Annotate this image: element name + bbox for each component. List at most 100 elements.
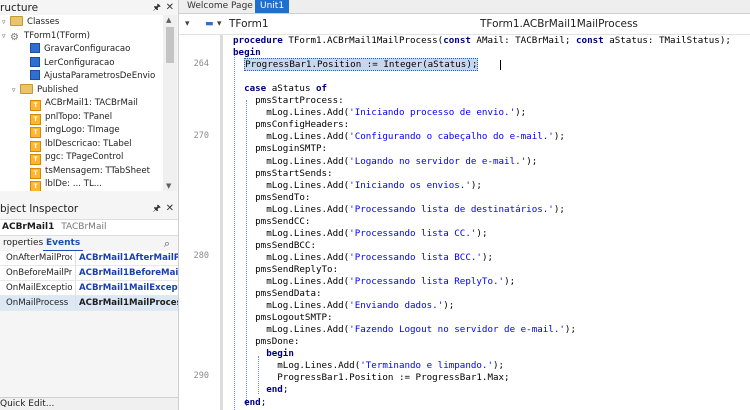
event-handler[interactable]: ACBrMail1MailProces <box>75 296 178 310</box>
expand-icon[interactable]: ▿ <box>2 30 10 43</box>
chevron-down-icon[interactable]: ▾ <box>217 17 222 31</box>
code-token: ); <box>504 276 516 287</box>
code-token: ProgressBar1.Position := ProgressBar1.Ma… <box>233 372 510 384</box>
method-combo[interactable]: TForm1.ACBrMail1MailProcess <box>480 17 638 31</box>
event-row[interactable]: OnMailExceptionACBrMail1MailException <box>0 281 178 296</box>
tree-item-label: GravarConfiguracao <box>44 44 131 54</box>
scroll-down-icon[interactable]: ▼ <box>166 182 171 190</box>
code-token: mLog.Lines.Add( <box>233 203 350 215</box>
code-token: pmsStartSends: <box>233 167 333 179</box>
code-token: aStatus: TMailStatus); <box>603 35 731 46</box>
method-icon <box>30 43 40 53</box>
event-row[interactable]: OnAfterMailProcACBrMail1AfterMailProce <box>0 251 178 266</box>
gear-icon: ⚙ <box>10 31 19 43</box>
code-keyword: begin <box>266 348 294 360</box>
event-handler[interactable]: ACBrMail1BeforeMailPro <box>75 266 178 280</box>
tree-item[interactable]: LerConfiguracao <box>22 56 115 70</box>
code-editor[interactable]: procedure TForm1.ACBrMail1MailProcess( co… <box>223 35 750 410</box>
class-icon: ▬ <box>205 19 214 29</box>
code-keyword: procedure <box>233 35 283 46</box>
tree-item[interactable]: TimgLogo: TImage <box>22 124 120 138</box>
method-icon <box>30 70 40 80</box>
code-token: mLog.Lines.Add( <box>233 179 350 191</box>
events-grid: OnAfterMailProcACBrMail1AfterMailProceOn… <box>0 251 178 311</box>
code-line: pmsStartSends: <box>233 167 333 180</box>
expand-icon[interactable]: ▿ <box>12 84 20 97</box>
code-token: mLog.Lines.Add( <box>233 360 361 372</box>
tree-item[interactable]: Tpgc: TPageControl <box>22 151 124 165</box>
tab-unit1[interactable]: Unit1 <box>255 0 290 13</box>
code-line: mLog.Lines.Add('Enviando dados.'); <box>233 300 454 312</box>
code-token: pmsLogoutSMTP: <box>233 312 333 324</box>
code-token: ); <box>476 227 488 239</box>
code-line: pmsDone: <box>233 336 299 348</box>
tree-item[interactable]: ▿ Classes <box>2 16 59 29</box>
tree-item[interactable]: TlblDescricao: TLabel <box>22 138 132 152</box>
code-token: ); <box>470 179 482 191</box>
code-keyword: begin <box>233 47 261 59</box>
tree-item[interactable]: ▿ Published <box>12 83 78 97</box>
code-token: pmsStartProcess: <box>233 95 344 107</box>
event-handler[interactable]: ACBrMail1MailException <box>75 281 178 295</box>
search-icon[interactable]: ⌕ <box>164 237 170 251</box>
tree-item-label: pnlTopo: TPanel <box>45 111 113 122</box>
tab-properties[interactable]: roperties <box>0 237 46 250</box>
tree-item[interactable]: TlblDe: ... TL... <box>22 178 102 191</box>
code-string: 'Iniciando os envios.' <box>349 179 471 191</box>
method-icon <box>30 56 40 67</box>
tree-item[interactable]: AjustaParametrosDeEnvio <box>22 70 155 83</box>
code-string: 'Processando lista CC.' <box>349 227 477 239</box>
pin-icon[interactable]: 🖈 <box>153 202 161 216</box>
code-token: mLog.Lines.Add( <box>233 251 350 263</box>
object-selector[interactable]: ACBrMail1 TACBrMail <box>0 219 178 236</box>
code-line: pmsSendReplyTo: <box>233 264 338 276</box>
code-token: ); <box>553 203 565 215</box>
code-keyword: const <box>576 35 604 46</box>
event-name: OnMailProcess <box>6 298 69 308</box>
tree-item-label: imgLogo: TImage <box>45 125 120 135</box>
code-string: 'Logando no servidor de e-mail.' <box>349 155 527 167</box>
line-number: 264 <box>193 59 209 69</box>
scroll-thumb[interactable] <box>166 27 174 63</box>
tree-item[interactable]: ▿ ⚙ TForm1(TForm) <box>2 30 90 43</box>
class-combo[interactable]: TForm1 <box>229 17 269 31</box>
code-token: pmsConfigHeaders: <box>233 119 350 131</box>
code-line: end; <box>233 397 266 409</box>
tab-welcome-page[interactable]: Welcome Page <box>182 0 258 13</box>
expand-icon[interactable]: ▿ <box>2 16 10 29</box>
code-token: pmsSendTo: <box>233 191 311 203</box>
scroll-up-icon[interactable]: ▲ <box>166 16 171 24</box>
component-icon: T <box>30 113 41 125</box>
code-token: TForm1.ACBrMail1MailProcess( <box>282 35 444 46</box>
event-row[interactable]: OnBeforeMailProACBrMail1BeforeMailPro <box>0 266 178 281</box>
code-line: pmsSendData: <box>233 288 321 300</box>
event-row[interactable]: OnMailProcess ACBrMail1MailProces <box>0 296 178 311</box>
tree-item[interactable]: TpnlTopo: TPanel <box>22 111 113 125</box>
line-number: 270 <box>193 131 209 141</box>
tree-item[interactable]: GravarConfiguracao <box>22 43 130 56</box>
close-icon[interactable]: ✕ <box>166 1 174 15</box>
tree-item-label: lblDescricao: TLabel <box>45 138 132 149</box>
selected-object-type: TACBrMail <box>61 222 107 232</box>
selected-object-name: ACBrMail1 <box>2 222 55 232</box>
code-token: pmsSendReplyTo: <box>233 263 339 275</box>
close-icon[interactable]: ✕ <box>166 202 174 216</box>
tab-events[interactable]: Events <box>43 237 84 252</box>
tree-item[interactable]: TtsMensagem: TTabSheet <box>22 165 150 179</box>
quick-edit-link[interactable]: Quick Edit... <box>0 397 178 410</box>
event-handler[interactable]: ACBrMail1AfterMailProce <box>75 251 178 265</box>
event-name: OnBeforeMailPro <box>6 268 72 278</box>
code-token: ; <box>260 396 267 408</box>
tree-item-label: pgc: TPageControl <box>45 152 124 162</box>
line-number-gutter: 264 270 280 290 <box>179 35 215 410</box>
code-token: ); <box>526 155 538 167</box>
structure-scrollbar[interactable]: ▲ ▼ <box>163 15 177 191</box>
code-line: mLog.Lines.Add('Processando lista de des… <box>233 204 565 216</box>
back-forward-icon[interactable]: ▾ <box>185 17 190 31</box>
tree-item[interactable]: T ACBrMail1: TACBrMail <box>22 97 138 111</box>
code-token: ; <box>282 384 289 396</box>
code-token: AMail: TACBrMail; <box>470 35 576 46</box>
pin-icon[interactable]: 🖈 <box>153 1 161 15</box>
code-token: mLog.Lines.Add( <box>233 155 350 167</box>
